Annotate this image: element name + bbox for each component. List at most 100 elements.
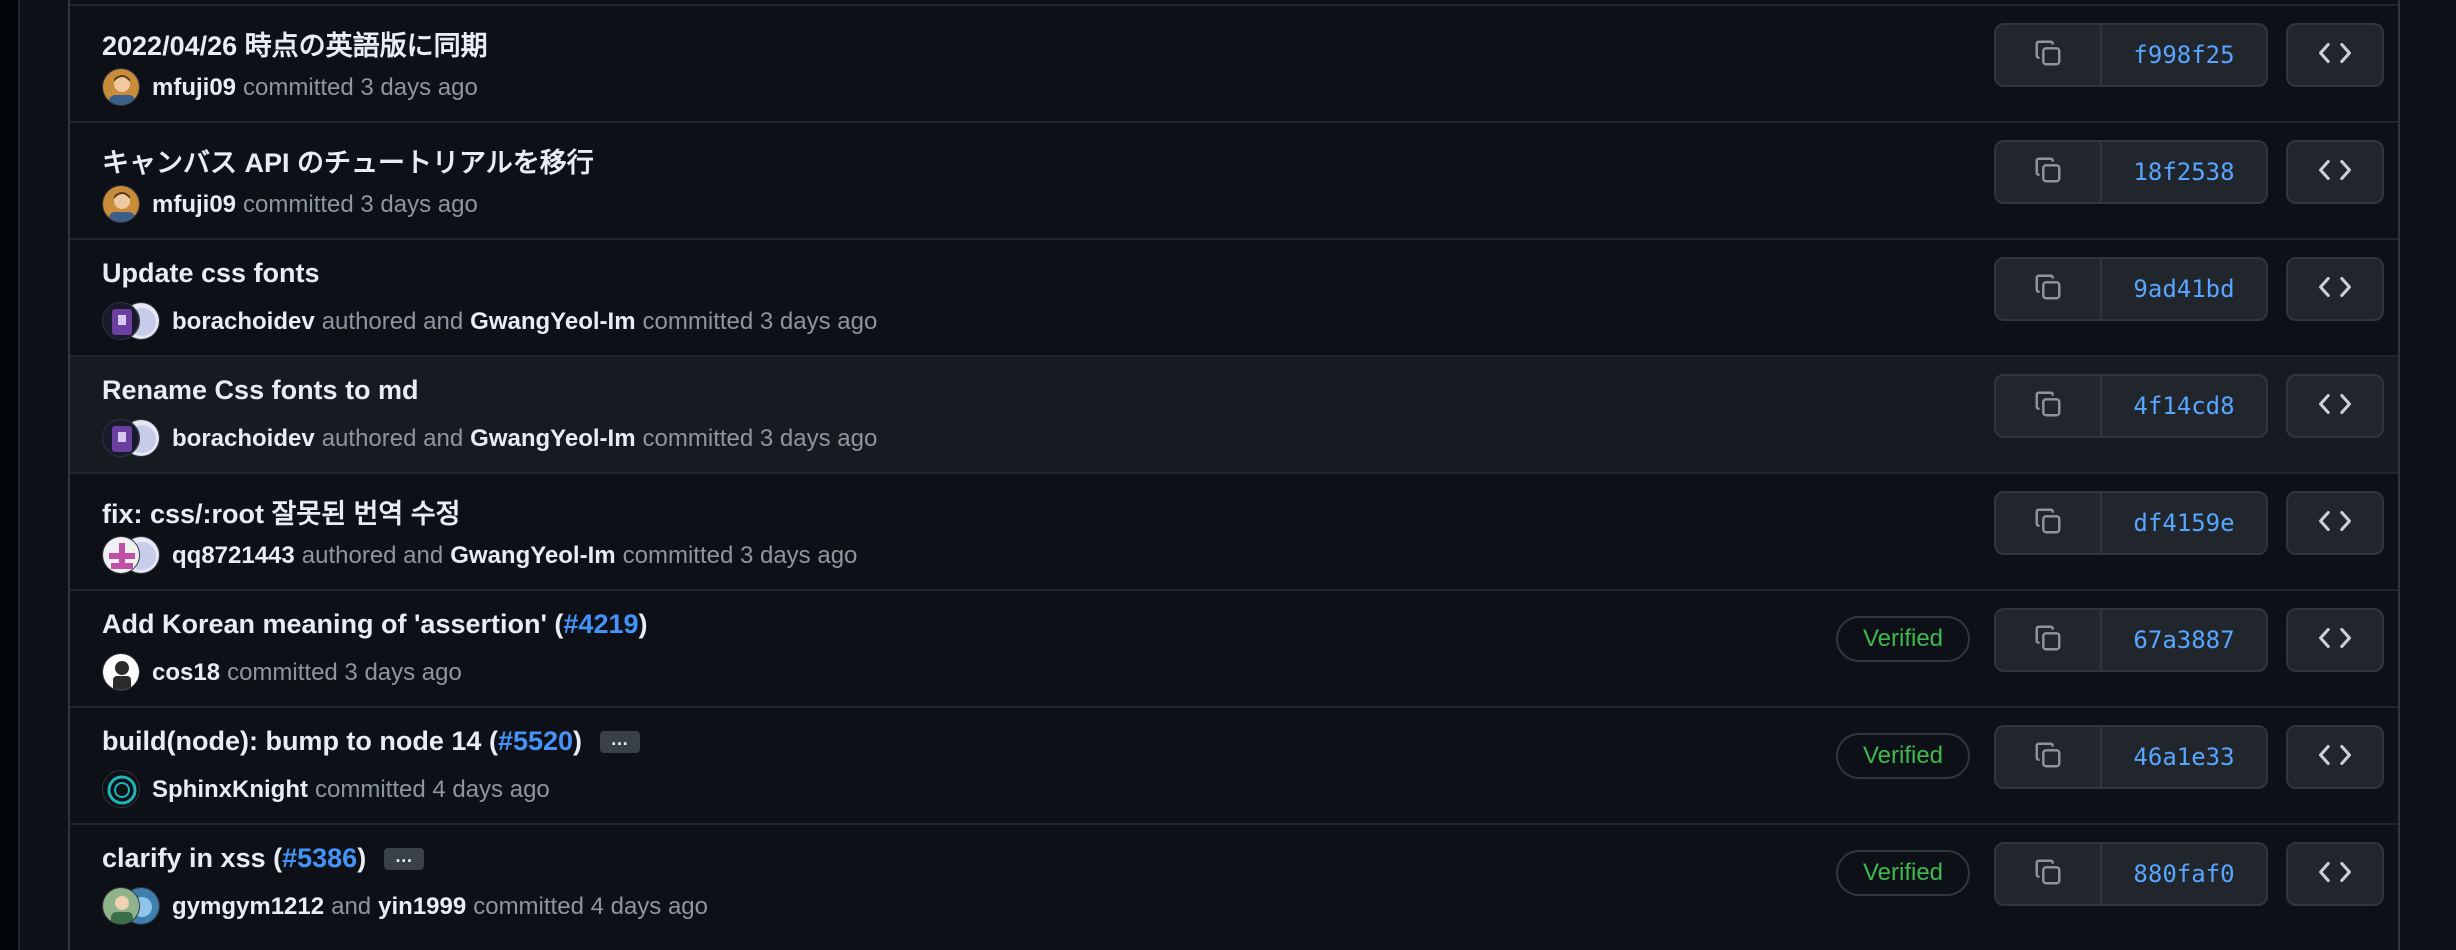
verified-badge[interactable]: Verified [1836,850,1970,896]
author-link[interactable]: mfuji09 [152,74,236,102]
copy-sha-button[interactable] [1996,25,2102,85]
browse-code-button[interactable] [2286,257,2384,321]
avatar-stack[interactable] [102,185,140,225]
commit-message[interactable]: 2022/04/26 時点の英語版に同期 [102,24,488,63]
avatar[interactable] [102,887,140,925]
avatar[interactable] [102,536,140,574]
avatar-stack[interactable] [102,68,140,108]
avatar[interactable] [102,302,140,340]
sha-button-group: 9ad41bd [1994,257,2268,321]
commit-title[interactable]: Update css fonts [102,258,320,289]
commit-meta: qq8721443 authored and GwangYeol-Im committ… [102,536,864,576]
commit-row[interactable]: fix: css/:root 잘못된 번역 수정 qq8721443 authore… [70,472,2398,589]
commit-title[interactable]: clarify in xss (#5386) … [102,843,425,874]
author-connector: authored and [321,308,464,335]
pull-request-paren: ) [357,843,367,873]
commit-title[interactable]: 2022/04/26 時点の英語版に同期 [102,24,488,63]
browse-code-button[interactable] [2286,491,2384,555]
verified-badge[interactable]: Verified [1836,733,1970,779]
commit-meta: mfuji09 committed 3 days ago [102,185,485,225]
commit-row[interactable]: Update css fonts borachoidev authored and G… [70,238,2398,355]
commit-sha-link[interactable]: df4159e [2102,493,2266,553]
copy-icon [2033,740,2063,775]
copy-sha-button[interactable] [1996,844,2102,904]
commit-sha-link[interactable]: 880faf0 [2102,844,2266,904]
copy-sha-button[interactable] [1996,610,2102,670]
commit-title[interactable]: fix: css/:root 잘못된 번역 수정 [102,492,460,531]
author-connector: authored and [301,542,444,569]
avatar[interactable] [102,185,140,223]
commit-message[interactable]: Update css fonts [102,258,320,289]
avatar-stack[interactable] [102,770,140,810]
copy-sha-button[interactable] [1996,259,2102,319]
avatar-stack[interactable] [102,887,160,927]
commit-title[interactable]: build(node): bump to node 14 (#5520)… [102,726,641,757]
commit-row[interactable]: Rename Css fonts to md borachoidev authore… [70,355,2398,472]
commit-message[interactable]: キャンバス API のチュートリアルを移行 [102,141,594,180]
copy-icon [2033,38,2063,73]
author-link[interactable]: borachoidev [172,425,315,453]
commit-message[interactable]: build(node): bump to node 14 ( [102,726,498,757]
avatar-stack[interactable] [102,419,160,459]
expand-message-button[interactable]: … [600,730,641,753]
commit-sha-link[interactable]: 4f14cd8 [2102,376,2266,436]
browse-code-button[interactable] [2286,608,2384,672]
browse-code-button[interactable] [2286,725,2384,789]
commit-sha-link[interactable]: f998f25 [2102,25,2266,85]
commit-title[interactable]: Rename Css fonts to md [102,375,419,406]
code-icon [2318,860,2352,889]
commit-message[interactable]: Add Korean meaning of 'assertion' ( [102,609,563,640]
commit-row[interactable]: clarify in xss (#5386) … gymgym1212 and yin1… [70,823,2398,940]
avatar-stack[interactable] [102,302,160,342]
commit-sha-link[interactable]: 67a3887 [2102,610,2266,670]
commit-message[interactable]: fix: css/:root 잘못된 번역 수정 [102,492,460,531]
committer-link[interactable]: GwangYeol-Im [470,308,635,336]
commit-message[interactable]: clarify in xss ( [102,843,282,874]
author-link[interactable]: mfuji09 [152,191,236,219]
author-link[interactable]: cos18 [152,659,220,687]
avatar-stack[interactable] [102,536,160,576]
commit-message[interactable]: Rename Css fonts to md [102,375,419,406]
commit-row[interactable]: build(node): bump to node 14 (#5520) … Sph… [70,706,2398,823]
commit-row[interactable]: 2022/04/26 時点の英語版に同期 mfuji09 committed 3 d… [70,4,2398,121]
copy-sha-button[interactable] [1996,493,2102,553]
commit-sha-link[interactable]: 18f2538 [2102,142,2266,202]
code-icon [2318,626,2352,655]
avatar-stack[interactable] [102,653,140,693]
expand-message-button[interactable]: … [384,847,425,870]
commit-row[interactable]: Add Korean meaning of 'assertion' (#4219… [70,589,2398,706]
commit-sha-link[interactable]: 9ad41bd [2102,259,2266,319]
browse-code-button[interactable] [2286,140,2384,204]
commit-sha-link[interactable]: 46a1e33 [2102,727,2266,787]
author-link[interactable]: borachoidev [172,308,315,336]
copy-sha-button[interactable] [1996,142,2102,202]
author-link[interactable]: qq8721443 [172,542,295,570]
pull-request-link[interactable]: #5386 [282,843,357,874]
pull-request-link[interactable]: #4219 [563,609,638,640]
author-connector: and [331,893,372,920]
copy-icon [2033,623,2063,658]
avatar[interactable] [102,68,140,106]
committer-link[interactable]: GwangYeol-Im [450,542,615,570]
commit-row[interactable]: キャンバス API のチュートリアルを移行 mfuji09 committed 3 … [70,121,2398,238]
avatar[interactable] [102,653,140,691]
commit-meta: borachoidev authored and GwangYeol-Im commi… [102,302,884,342]
browse-code-button[interactable] [2286,842,2384,906]
copy-sha-button[interactable] [1996,727,2102,787]
copy-sha-button[interactable] [1996,376,2102,436]
commit-time: committed 3 days ago [642,308,878,335]
commit-title[interactable]: キャンバス API のチュートリアルを移行 [102,141,594,180]
browse-code-button[interactable] [2286,374,2384,438]
author-link[interactable]: gymgym1212 [172,893,324,921]
commit-time: committed 3 days ago [227,659,462,686]
commit-title[interactable]: Add Korean meaning of 'assertion' (#4219… [102,609,648,640]
commit-time: committed 3 days ago [642,425,878,452]
avatar[interactable] [102,770,140,808]
committer-link[interactable]: GwangYeol-Im [470,425,635,453]
verified-badge[interactable]: Verified [1836,616,1970,662]
pull-request-link[interactable]: #5520 [498,726,573,757]
committer-link[interactable]: yin1999 [378,893,466,921]
author-link[interactable]: SphinxKnight [152,776,308,804]
browse-code-button[interactable] [2286,23,2384,87]
avatar[interactable] [102,419,140,457]
